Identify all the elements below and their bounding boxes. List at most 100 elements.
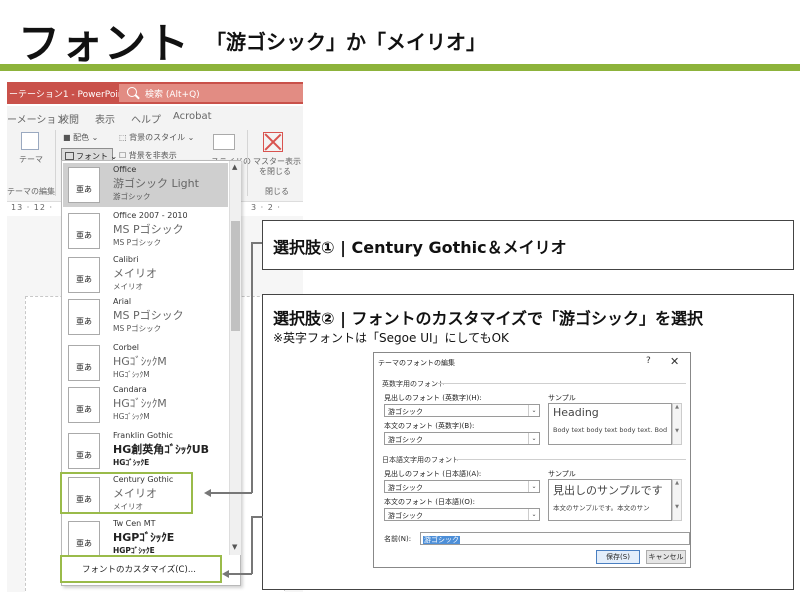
font-preview-thumb: 亜あ	[68, 213, 100, 249]
theme-button-label[interactable]: テーマ	[19, 154, 43, 165]
tab-animation[interactable]: ーメーション	[7, 111, 66, 126]
latin-sample-label: サンプル	[548, 394, 576, 402]
font-theme-dropdown: ▲ ▼ 亜あ Office 游ゴシック Light 游ゴシック 亜あ Offic…	[61, 160, 241, 586]
font-theme-name: Arial	[113, 297, 132, 306]
ppt-ribbon-tabs: ーメーション 校閲 表示 ヘルプ Acrobat	[7, 106, 303, 126]
font-preview-thumb: 亜あ	[68, 299, 100, 335]
theme-icon	[21, 132, 39, 150]
tab-view[interactable]: 表示	[95, 111, 115, 126]
font-theme-heading: HGｺﾞｼｯｸM	[113, 355, 167, 368]
ea-body-select[interactable]: 游ゴシック ⌄	[384, 508, 540, 521]
font-grid-icon	[65, 152, 74, 160]
font-theme-name: Tw Cen MT	[113, 519, 156, 528]
font-theme-name: Calibri	[113, 255, 139, 264]
dropdown-scrollbar[interactable]: ▲ ▼	[229, 161, 241, 555]
latin-body-select[interactable]: 游ゴシック ⌄	[384, 432, 540, 445]
latin-sample-body: Body text body text body text. Bod	[553, 426, 668, 434]
font-theme-candara[interactable]: 亜あ Candara HGｺﾞｼｯｸM HGｺﾞｼｯｸM	[63, 383, 228, 427]
font-preview-thumb: 亜あ	[68, 521, 100, 557]
search-icon	[127, 87, 137, 97]
font-preview-thumb: 亜あ	[68, 257, 100, 293]
arrow-icon	[204, 489, 211, 497]
latin-sample-heading: Heading	[553, 406, 599, 419]
font-preview-thumb: 亜あ	[68, 387, 100, 423]
scroll-up-icon[interactable]: ▲	[232, 163, 237, 171]
font-theme-body: HGｺﾞｼｯｸM	[113, 412, 150, 421]
font-theme-name: Office	[113, 165, 137, 174]
latin-body-label: 本文のフォント (英数字)(B):	[384, 422, 475, 430]
cancel-button[interactable]: キャンセル	[646, 550, 686, 564]
background-style-button[interactable]: ⬚ 背景のスタイル ⌄	[119, 132, 194, 143]
customize-highlight	[60, 555, 222, 583]
option2-note: ※英字フォントは「Segoe UI」にしてもOK	[273, 331, 509, 345]
font-theme-corbel[interactable]: 亜あ Corbel HGｺﾞｼｯｸM HGｺﾞｼｯｸM	[63, 341, 228, 385]
latin-heading-label: 見出しのフォント (英数字)(H):	[384, 394, 482, 402]
ea-sample-box: 見出しのサンプルです 本文のサンプルです。本文のサン	[548, 479, 672, 521]
font-theme-calibri[interactable]: 亜あ Calibri メイリオ メイリオ	[63, 253, 228, 297]
ribbon-separator	[55, 130, 56, 196]
century-gothic-highlight	[60, 472, 193, 514]
font-theme-body: メイリオ	[113, 282, 143, 291]
tab-help[interactable]: ヘルプ	[131, 111, 161, 126]
ea-sample-label: サンプル	[548, 470, 576, 478]
ppt-title-bar: ーテーション1 - PowerPoint 検索 (Alt+Q)	[7, 82, 303, 104]
tab-review[interactable]: 校閲	[59, 111, 79, 126]
font-theme-heading: メイリオ	[113, 267, 157, 280]
latin-sample-box: Heading Body text body text body text. B…	[548, 403, 672, 445]
font-theme-name: Corbel	[113, 343, 139, 352]
theme-name-input[interactable]: 游ゴシック	[420, 532, 690, 545]
font-theme-body: MS Pゴシック	[113, 324, 162, 333]
font-preview-thumb: 亜あ	[68, 167, 100, 203]
font-theme-arial[interactable]: 亜あ Arial MS Pゴシック MS Pゴシック	[63, 295, 228, 339]
close-icon[interactable]: ✕	[670, 355, 679, 368]
dialog-title: テーマのフォントの編集	[378, 359, 455, 367]
ribbon-separator	[247, 130, 248, 196]
help-icon[interactable]: ?	[646, 356, 651, 366]
ppt-search-box[interactable]: 検索 (Alt+Q)	[119, 84, 303, 102]
font-theme-franklin-gothic[interactable]: 亜あ Franklin Gothic HG創英角ｺﾞｼｯｸUB HGｺﾞｼｯｸE	[63, 429, 228, 473]
connector-line	[228, 573, 252, 575]
option1-callout: 選択肢① | Century Gothic＆メイリオ	[262, 220, 794, 270]
tab-acrobat[interactable]: Acrobat	[173, 111, 212, 122]
scrollbar-thumb[interactable]	[231, 221, 240, 331]
save-button[interactable]: 保存(S)	[596, 550, 640, 564]
connector-line	[210, 492, 252, 494]
close-master-label-2: を閉じる	[259, 167, 291, 176]
close-group-label: 閉じる	[265, 187, 289, 196]
ea-heading-label: 見出しのフォント (日本語)(A):	[384, 470, 482, 478]
font-theme-name: Franklin Gothic	[113, 431, 173, 440]
slide-title: フォント	[18, 19, 191, 68]
font-theme-heading: HGｺﾞｼｯｸM	[113, 397, 167, 410]
connector-line	[251, 242, 253, 493]
connector-line	[251, 516, 253, 574]
chevron-down-icon: ⌄	[528, 433, 539, 444]
color-button[interactable]: ■ 配色 ⌄	[63, 132, 98, 143]
font-theme-name: Office 2007 - 2010	[113, 211, 188, 220]
font-theme-body: 游ゴシック	[113, 192, 151, 201]
chevron-down-icon: ⌄	[528, 509, 539, 520]
ruler-left-text: 13 · 12 ·	[11, 203, 54, 212]
ruler-right-text: 3 · 2 ·	[251, 203, 281, 212]
ppt-search-placeholder: 検索 (Alt+Q)	[145, 90, 200, 100]
font-theme-heading: MS Pゴシック	[113, 223, 184, 236]
chevron-down-icon: ⌄	[528, 481, 539, 492]
font-theme-body: MS Pゴシック	[113, 238, 162, 247]
slide-size-icon	[213, 134, 235, 150]
group-divider	[456, 459, 686, 460]
group-divider	[438, 383, 686, 384]
ea-sample-scrollbar[interactable]: ▲ ▼	[672, 479, 682, 521]
close-master-icon	[263, 132, 283, 152]
font-preview-thumb: 亜あ	[68, 345, 100, 381]
font-theme-office-2007[interactable]: 亜あ Office 2007 - 2010 MS Pゴシック MS Pゴシック	[63, 209, 228, 253]
ea-sample-body: 本文のサンプルです。本文のサン	[553, 504, 650, 512]
font-theme-heading: HG創英角ｺﾞｼｯｸUB	[113, 443, 210, 456]
font-theme-office[interactable]: 亜あ Office 游ゴシック Light 游ゴシック	[63, 163, 228, 207]
title-underline	[0, 64, 800, 71]
connector-line	[251, 516, 263, 518]
font-preview-thumb: 亜あ	[68, 433, 100, 469]
latin-heading-select[interactable]: 游ゴシック ⌄	[384, 404, 540, 417]
ea-heading-select[interactable]: 游ゴシック ⌄	[384, 480, 540, 493]
font-theme-heading: 游ゴシック Light	[113, 177, 199, 190]
scroll-down-icon[interactable]: ▼	[232, 543, 237, 551]
latin-sample-scrollbar[interactable]: ▲ ▼	[672, 403, 682, 445]
